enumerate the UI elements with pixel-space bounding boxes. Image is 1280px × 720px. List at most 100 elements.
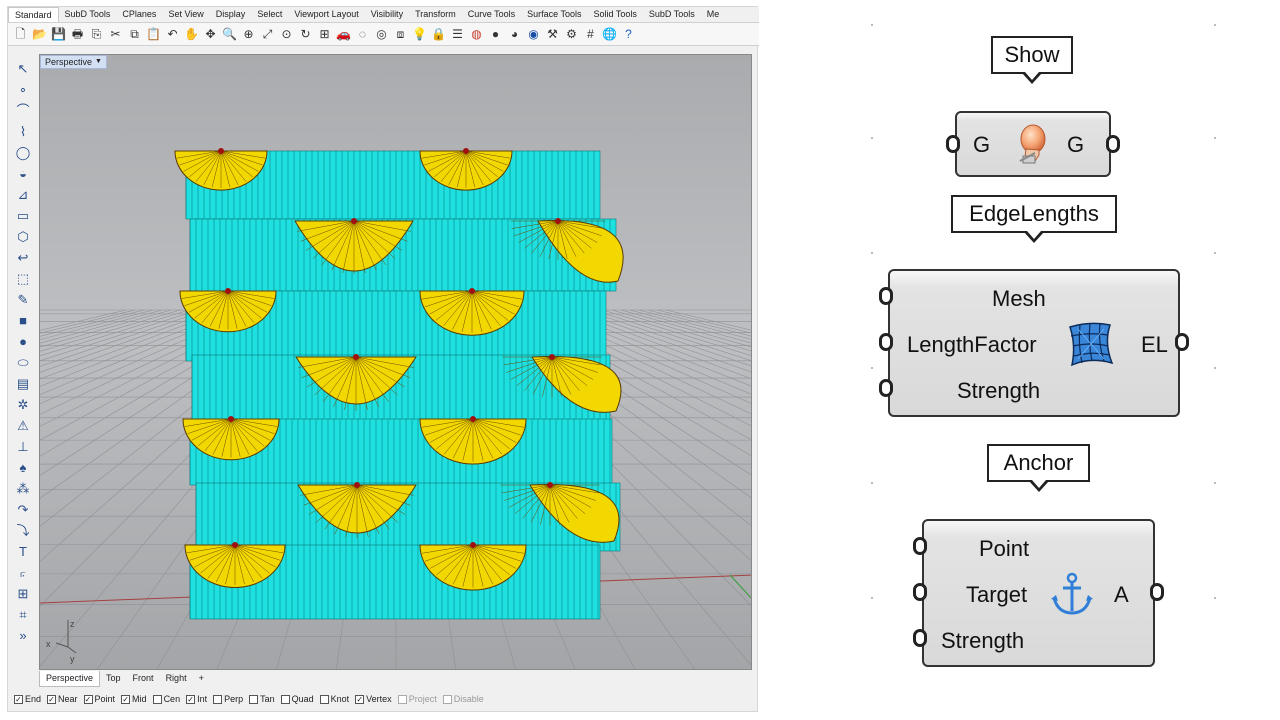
osnap-checkbox[interactable]: ✓ — [355, 694, 365, 704]
osnap-checkbox[interactable]: ✓ — [14, 694, 23, 704]
surface-icon[interactable]: ⬚ — [14, 270, 32, 288]
earth-icon[interactable]: 🌐 — [602, 27, 617, 42]
transform-icon[interactable]: ⤵ — [14, 522, 32, 540]
osnap-checkbox[interactable] — [152, 694, 162, 704]
fillet-icon[interactable]: ↩ — [14, 249, 32, 267]
osnap-end[interactable]: ✓ End — [14, 694, 41, 704]
osnap-checkbox[interactable]: ✓ — [186, 694, 196, 704]
save-icon[interactable]: 💾 — [51, 27, 66, 42]
menu-tab-transform[interactable]: Transform — [409, 7, 462, 22]
perspective-viewport[interactable]: z x y Perspective ▼ — [39, 54, 752, 670]
boolean-icon[interactable]: ✲ — [14, 396, 32, 414]
osnap-checkbox[interactable] — [442, 694, 452, 704]
edgelengths-input-port-strength[interactable] — [879, 379, 893, 397]
osnap-disable[interactable]: Disable — [442, 694, 484, 704]
osnap-checkbox[interactable]: ✓ — [83, 694, 93, 704]
pan-icon[interactable]: ✋ — [184, 27, 199, 42]
rectangle-icon[interactable]: ▭ — [14, 207, 32, 225]
more-tools-icon[interactable]: » — [14, 627, 32, 645]
zoom-extents-icon[interactable]: ⤢ — [260, 27, 275, 42]
menu-tab-solid-tools[interactable]: Solid Tools — [587, 7, 642, 22]
menu-tab-standard[interactable]: Standard — [8, 7, 59, 22]
lock-icon[interactable]: 🔒 — [431, 27, 446, 42]
view-tab-front[interactable]: Front — [127, 671, 160, 687]
block-icon[interactable]: ⌗ — [14, 606, 32, 624]
edgelengths-component[interactable]: Mesh LengthFactor Strength EL — [888, 269, 1180, 417]
show-component[interactable]: G G — [955, 111, 1111, 177]
zoom-window-icon[interactable]: ⊕ — [241, 27, 256, 42]
view-tab-perspective[interactable]: Perspective — [39, 671, 101, 687]
menu-tab-curve-tools[interactable]: Curve Tools — [462, 7, 521, 22]
light-icon[interactable]: 💡 — [412, 27, 427, 42]
menu-tab-me[interactable]: Me — [701, 7, 726, 22]
menu-tab-set-view[interactable]: Set View — [162, 7, 209, 22]
ellipse-icon[interactable]: ⊿ — [14, 186, 32, 204]
add-view-tab-button[interactable]: + — [193, 671, 210, 687]
four-viewports-icon[interactable]: ⊞ — [317, 27, 332, 42]
edgelengths-output-port[interactable] — [1175, 333, 1189, 351]
import-icon[interactable]: ⎘ — [89, 27, 104, 42]
edgelengths-input-port-lengthfactor[interactable] — [879, 333, 893, 351]
menu-tab-subd-tools[interactable]: SubD Tools — [59, 7, 117, 22]
osnap-int[interactable]: ✓ Int — [186, 694, 207, 704]
osnap-checkbox[interactable] — [249, 694, 259, 704]
edgelengths-input-port-mesh[interactable] — [879, 287, 893, 305]
osnap-near[interactable]: ✓ Near — [47, 694, 78, 704]
open-file-icon[interactable]: 📂 — [32, 27, 47, 42]
osnap-checkbox[interactable] — [280, 694, 290, 704]
render-color-icon[interactable]: ◍ — [469, 27, 484, 42]
menu-tab-viewport-layout[interactable]: Viewport Layout — [288, 7, 364, 22]
rotate-icon[interactable]: ↷ — [14, 501, 32, 519]
car-icon[interactable]: 🚗 — [336, 27, 351, 42]
new-file-icon[interactable]: 🗋 — [13, 27, 28, 42]
osnap-checkbox[interactable] — [213, 694, 223, 704]
viewport-menu-arrow-icon[interactable]: ▼ — [95, 56, 102, 68]
osnap-perp[interactable]: Perp — [213, 694, 243, 704]
osnap-vertex[interactable]: ✓ Vertex — [355, 694, 392, 704]
help-icon[interactable]: ? — [621, 27, 636, 42]
osnap-checkbox[interactable] — [319, 694, 329, 704]
arc-icon[interactable]: ◒ — [14, 165, 32, 183]
cut-icon[interactable]: ✂ — [108, 27, 123, 42]
analyze-icon[interactable]: ⚒ — [545, 27, 560, 42]
osnap-checkbox[interactable] — [397, 694, 407, 704]
tower-model[interactable] — [174, 148, 624, 620]
sphere-icon[interactable]: ● — [14, 333, 32, 351]
osnap-knot[interactable]: Knot — [319, 694, 349, 704]
anchor-component[interactable]: Point Target Strength A — [922, 519, 1155, 667]
zoom-selected-icon[interactable]: ⊙ — [279, 27, 294, 42]
cylinder-icon[interactable]: ⬭ — [14, 354, 32, 372]
view-tab-top[interactable]: Top — [100, 671, 127, 687]
viewport-canvas[interactable]: z x y — [40, 55, 752, 670]
view-tab-right[interactable]: Right — [160, 671, 193, 687]
zoom-icon[interactable]: 🔍 — [222, 27, 237, 42]
layer-icon[interactable]: ⧈ — [393, 27, 408, 42]
shaded-sphere-icon[interactable]: ● — [488, 27, 503, 42]
anchor-input-port-point[interactable] — [913, 537, 927, 555]
hide-icon[interactable]: ◌ — [355, 27, 370, 42]
show-input-port[interactable] — [946, 135, 960, 153]
rotate-view-icon[interactable]: ↻ — [298, 27, 313, 42]
menu-tab-cplanes[interactable]: CPlanes — [116, 7, 162, 22]
menu-tab-display[interactable]: Display — [210, 7, 252, 22]
menu-tab-subd-tools[interactable]: SubD Tools — [643, 7, 701, 22]
osnap-checkbox[interactable]: ✓ — [121, 694, 131, 704]
gumball-icon[interactable]: ⟔ — [14, 564, 32, 582]
anchor-input-port-target[interactable] — [913, 583, 927, 601]
globe-icon[interactable]: ◉ — [526, 27, 541, 42]
viewport-title[interactable]: Perspective ▼ — [40, 55, 107, 69]
warning-icon[interactable]: ⚠ — [14, 417, 32, 435]
properties-icon[interactable]: ☰ — [450, 27, 465, 42]
dimension-icon[interactable]: ⊥ — [14, 438, 32, 456]
show-icon[interactable]: ◎ — [374, 27, 389, 42]
print-icon[interactable]: 🖶 — [70, 27, 85, 42]
text-icon[interactable]: T — [14, 543, 32, 561]
menu-tab-visibility[interactable]: Visibility — [365, 7, 409, 22]
osnap-tan[interactable]: Tan — [249, 694, 275, 704]
group-icon[interactable]: ⊞ — [14, 585, 32, 603]
anchor-output-port[interactable] — [1150, 583, 1164, 601]
osnap-cen[interactable]: Cen — [152, 694, 180, 704]
circle-icon[interactable]: ◯ — [14, 144, 32, 162]
osnap-checkbox[interactable]: ✓ — [47, 694, 57, 704]
grid-icon[interactable]: # — [583, 27, 598, 42]
